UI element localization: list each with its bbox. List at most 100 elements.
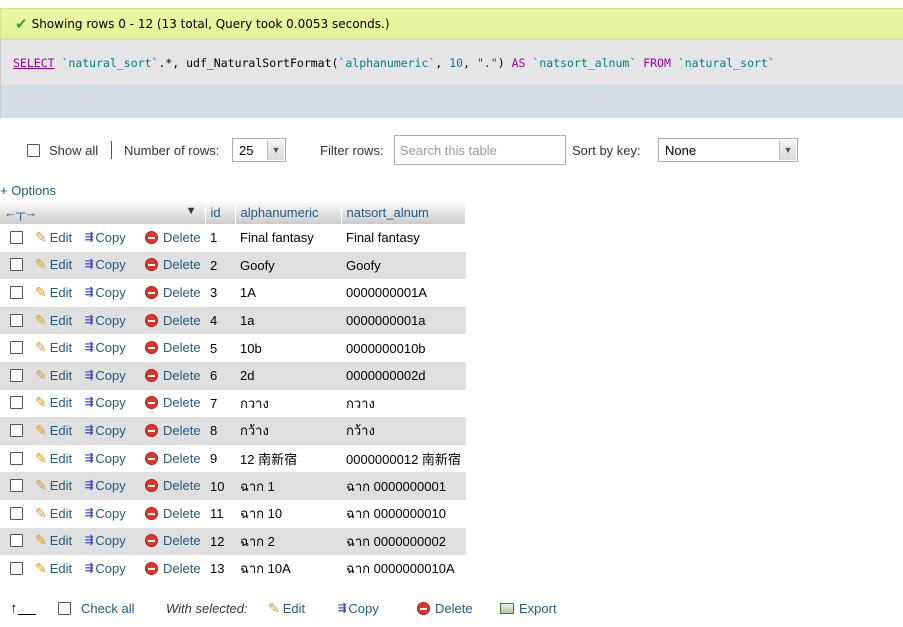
cell-alphanumeric[interactable]: 1a: [235, 306, 341, 335]
row-copy-button[interactable]: ⇶ Copy: [85, 451, 145, 466]
row-checkbox[interactable]: [10, 479, 23, 493]
show-all-control[interactable]: Show all: [27, 134, 98, 166]
row-edit-button[interactable]: ✎ Edit: [35, 339, 85, 356]
cell-natsort-alnum[interactable]: กว้าง: [341, 417, 466, 445]
row-delete-button[interactable]: Delete: [145, 285, 201, 300]
row-edit-button[interactable]: ✎ Edit: [35, 505, 85, 522]
cell-natsort-alnum[interactable]: ฉาก 0000000001: [341, 472, 466, 500]
cell-alphanumeric[interactable]: 12 南新宿: [235, 444, 341, 473]
row-copy-button[interactable]: ⇶ Copy: [85, 230, 145, 245]
table-row[interactable]: ✎ Edit ⇶ Copy Delete 6 2d 0000000002d: [0, 361, 466, 390]
row-edit-button[interactable]: ✎ Edit: [35, 367, 85, 384]
row-delete-button[interactable]: Delete: [145, 506, 201, 521]
cell-alphanumeric[interactable]: Goofy: [235, 251, 341, 280]
cell-id[interactable]: 12: [205, 527, 235, 556]
row-checkbox[interactable]: [10, 561, 23, 575]
check-all-control[interactable]: Check all: [58, 594, 134, 622]
cell-id[interactable]: 8: [205, 417, 235, 445]
table-row[interactable]: ✎ Edit ⇶ Copy Delete 5 10b 0000000010b: [0, 334, 466, 362]
cell-natsort-alnum[interactable]: 0000000012 南新宿: [341, 444, 466, 473]
cell-id[interactable]: 4: [205, 306, 235, 335]
table-row[interactable]: ✎ Edit ⇶ Copy Delete 10 ฉาก 1 ฉาก 000000…: [0, 472, 466, 500]
row-copy-button[interactable]: ⇶ Copy: [85, 561, 145, 576]
bulk-copy-button[interactable]: ⇶ Copy: [338, 594, 379, 622]
check-all-checkbox[interactable]: [58, 601, 71, 615]
row-copy-button[interactable]: ⇶ Copy: [85, 533, 145, 548]
row-delete-button[interactable]: Delete: [145, 533, 201, 548]
number-of-rows-select[interactable]: 25 ▼: [232, 138, 286, 162]
row-checkbox[interactable]: [10, 341, 23, 355]
cell-alphanumeric[interactable]: 1A: [235, 279, 341, 307]
row-copy-button[interactable]: ⇶ Copy: [85, 423, 145, 438]
row-edit-button[interactable]: ✎ Edit: [35, 256, 85, 273]
cell-id[interactable]: 3: [205, 279, 235, 307]
table-row[interactable]: ✎ Edit ⇶ Copy Delete 11 ฉาก 10 ฉาก 00000…: [0, 499, 466, 528]
column-header-natsort-alnum[interactable]: natsort_alnum: [341, 200, 467, 224]
cell-natsort-alnum[interactable]: Final fantasy: [341, 224, 466, 252]
bulk-export-button[interactable]: Export: [500, 594, 557, 622]
cell-alphanumeric[interactable]: กวาง: [235, 389, 341, 418]
cell-id[interactable]: 9: [205, 444, 235, 473]
row-checkbox[interactable]: [10, 368, 23, 382]
row-checkbox[interactable]: [10, 534, 23, 548]
cell-natsort-alnum[interactable]: 0000000001a: [341, 306, 466, 335]
cell-natsort-alnum[interactable]: Goofy: [341, 251, 466, 280]
cell-alphanumeric[interactable]: 10b: [235, 334, 341, 362]
cell-id[interactable]: 5: [205, 334, 235, 362]
row-copy-button[interactable]: ⇶ Copy: [85, 257, 145, 272]
row-copy-button[interactable]: ⇶ Copy: [85, 285, 145, 300]
row-checkbox[interactable]: [10, 506, 23, 520]
cell-alphanumeric[interactable]: ฉาก 1: [235, 472, 341, 500]
row-checkbox[interactable]: [10, 230, 23, 244]
cell-id[interactable]: 7: [205, 389, 235, 418]
row-copy-button[interactable]: ⇶ Copy: [85, 313, 145, 328]
cell-id[interactable]: 6: [205, 361, 235, 390]
row-delete-button[interactable]: Delete: [145, 478, 201, 493]
cell-natsort-alnum[interactable]: 0000000001A: [341, 279, 466, 307]
row-delete-button[interactable]: Delete: [145, 257, 201, 272]
row-copy-button[interactable]: ⇶ Copy: [85, 368, 145, 383]
row-edit-button[interactable]: ✎ Edit: [35, 394, 85, 411]
table-row[interactable]: ✎ Edit ⇶ Copy Delete 2 Goofy Goofy: [0, 251, 466, 280]
cell-id[interactable]: 2: [205, 251, 235, 280]
row-delete-button[interactable]: Delete: [145, 368, 201, 383]
row-edit-button[interactable]: ✎ Edit: [35, 422, 85, 439]
row-edit-button[interactable]: ✎ Edit: [35, 560, 85, 577]
column-visibility-dropdown-icon[interactable]: ▼: [186, 205, 197, 217]
cell-alphanumeric[interactable]: 2d: [235, 361, 341, 390]
cell-alphanumeric[interactable]: ฉาก 10A: [235, 555, 341, 583]
cell-alphanumeric[interactable]: ฉาก 2: [235, 527, 341, 556]
cell-id[interactable]: 1: [205, 224, 235, 252]
bulk-delete-button[interactable]: Delete: [417, 594, 473, 622]
row-checkbox[interactable]: [10, 258, 23, 272]
table-row[interactable]: ✎ Edit ⇶ Copy Delete 4 1a 0000000001a: [0, 306, 466, 335]
row-delete-button[interactable]: Delete: [145, 340, 201, 355]
table-row[interactable]: ✎ Edit ⇶ Copy Delete 13 ฉาก 10A ฉาก 0000…: [0, 555, 466, 583]
column-header-alphanumeric[interactable]: alphanumeric: [235, 200, 342, 224]
row-delete-button[interactable]: Delete: [145, 423, 201, 438]
bulk-edit-button[interactable]: ✎ Edit: [268, 594, 305, 622]
cell-natsort-alnum[interactable]: 0000000010b: [341, 334, 466, 362]
row-checkbox[interactable]: [10, 285, 23, 299]
row-delete-button[interactable]: Delete: [145, 395, 201, 410]
table-row[interactable]: ✎ Edit ⇶ Copy Delete 9 12 南新宿 0000000012…: [0, 444, 466, 473]
column-resize-arrows-icon[interactable]: ←┬→: [4, 205, 37, 220]
row-checkbox[interactable]: [10, 313, 23, 327]
row-edit-button[interactable]: ✎ Edit: [35, 312, 85, 329]
cell-id[interactable]: 13: [205, 555, 235, 583]
row-copy-button[interactable]: ⇶ Copy: [85, 478, 145, 493]
table-row[interactable]: ✎ Edit ⇶ Copy Delete 8 กว้าง กว้าง: [0, 417, 466, 445]
table-row[interactable]: ✎ Edit ⇶ Copy Delete 12 ฉาก 2 ฉาก 000000…: [0, 527, 466, 556]
show-all-checkbox[interactable]: [27, 143, 40, 157]
row-delete-button[interactable]: Delete: [145, 313, 201, 328]
cell-natsort-alnum[interactable]: กวาง: [341, 389, 466, 418]
row-checkbox[interactable]: [10, 396, 23, 410]
row-edit-button[interactable]: ✎ Edit: [35, 229, 85, 246]
cell-alphanumeric[interactable]: กว้าง: [235, 417, 341, 445]
row-checkbox[interactable]: [10, 451, 23, 465]
row-edit-button[interactable]: ✎ Edit: [35, 532, 85, 549]
cell-natsort-alnum[interactable]: 0000000002d: [341, 361, 466, 390]
row-delete-button[interactable]: Delete: [145, 561, 201, 576]
cell-alphanumeric[interactable]: Final fantasy: [235, 224, 341, 252]
sort-by-key-select[interactable]: None ▼: [658, 138, 798, 162]
